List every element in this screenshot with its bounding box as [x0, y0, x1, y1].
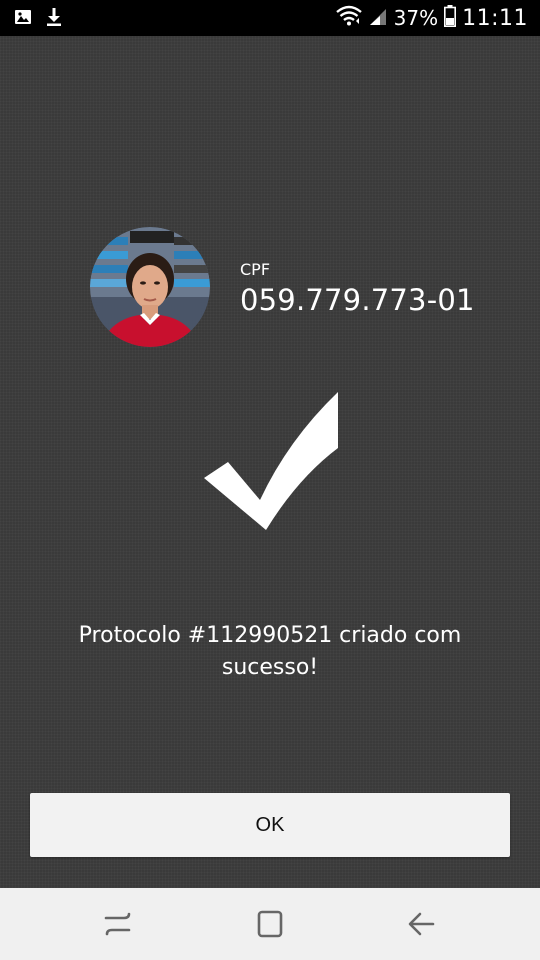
wifi-icon [335, 5, 362, 32]
screen: 37% 11:11 CPF 059.779.773-01 Protocolo #… [0, 0, 540, 960]
cpf-label: CPF [240, 260, 271, 279]
back-icon[interactable] [402, 906, 442, 942]
checkmark-icon [198, 390, 344, 532]
clock: 11:11 [462, 5, 528, 31]
download-icon [46, 8, 62, 30]
battery-icon [444, 4, 457, 32]
status-notifications [14, 8, 62, 30]
status-indicators: 37% 11:11 [335, 4, 528, 32]
success-message: Protocolo #112990521 criado com sucesso! [78, 623, 462, 680]
image-icon [14, 9, 32, 29]
signal-icon [368, 6, 388, 31]
ok-button[interactable]: OK [30, 793, 510, 857]
recent-apps-icon[interactable] [98, 906, 138, 942]
home-icon[interactable] [250, 906, 290, 942]
avatar [90, 227, 210, 347]
battery-percent: 37% [393, 6, 439, 30]
status-bar: 37% 11:11 [0, 0, 540, 36]
cpf-value: 059.779.773-01 [240, 283, 475, 317]
navigation-bar [0, 888, 540, 960]
